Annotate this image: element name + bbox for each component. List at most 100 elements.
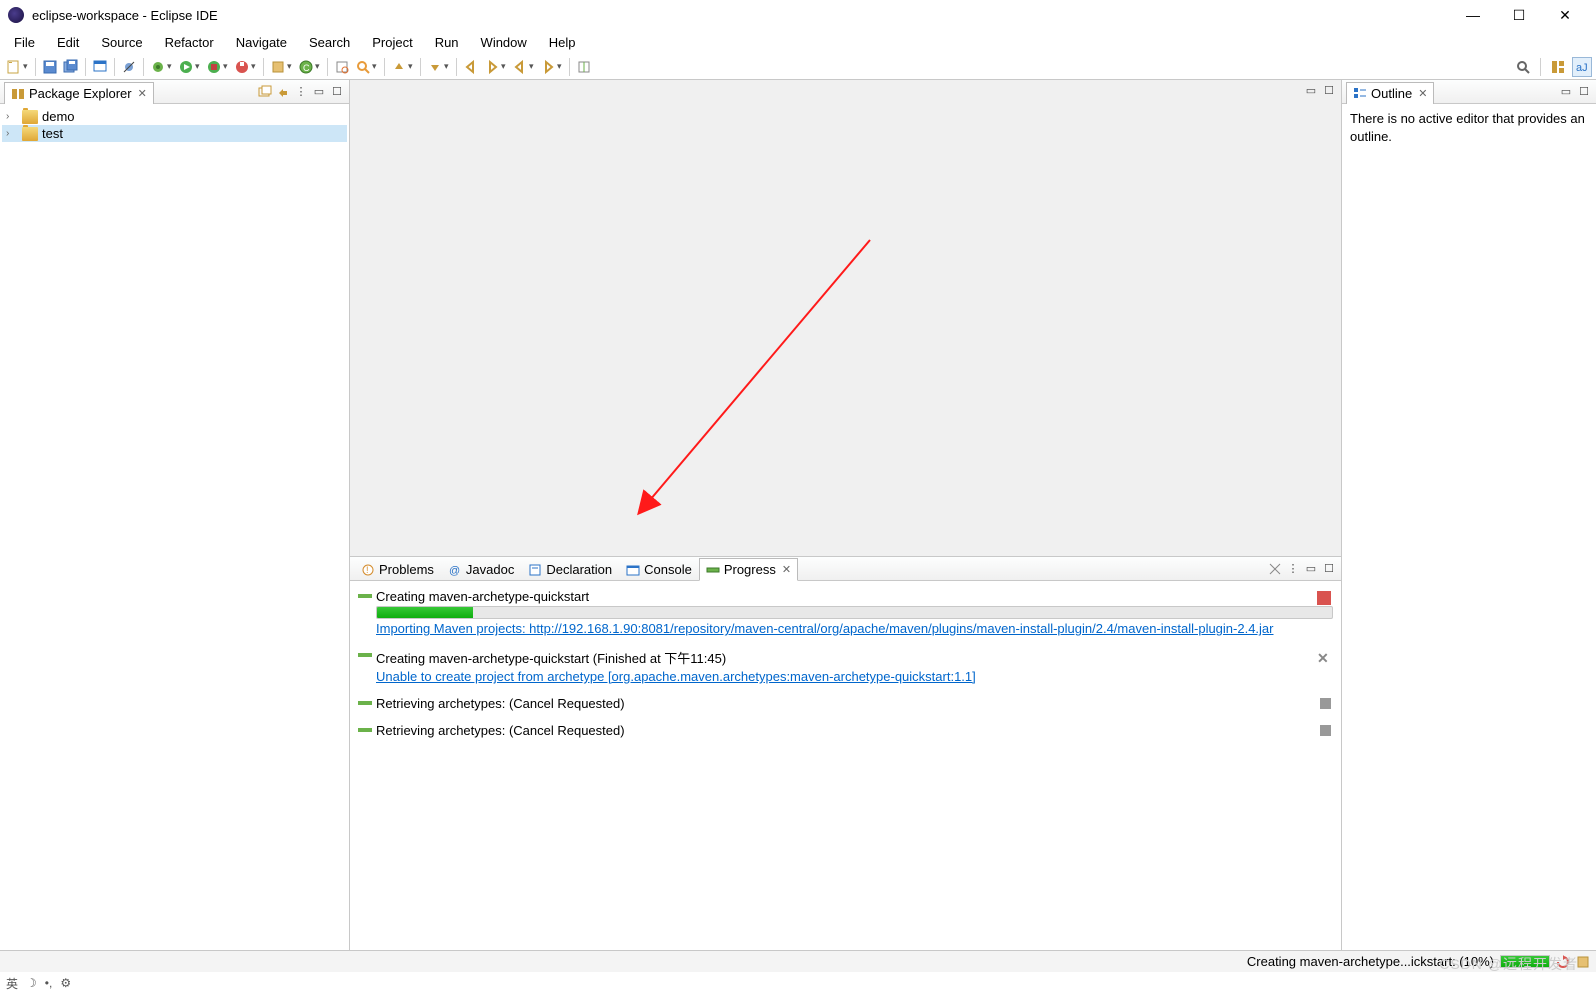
new-dropdown-icon[interactable]: ▾ [23,61,31,72]
dots-icon[interactable]: •, [45,976,53,990]
menu-source[interactable]: Source [91,32,152,53]
ime-indicator[interactable]: 英 [6,975,18,992]
back-icon[interactable] [461,57,481,77]
package-explorer-panel: Package Explorer ✕ ⋮ ▭ ☐ › demo › test [0,80,350,950]
toggle-breadcrumb-icon[interactable] [90,57,110,77]
view-menu-icon[interactable]: ⋮ [293,84,309,100]
stop-progress-icon[interactable] [1317,591,1331,605]
maximize-view-icon[interactable]: ☐ [1576,84,1592,100]
menu-window[interactable]: Window [471,32,537,53]
progress-detail-link[interactable]: Importing Maven projects: http://192.168… [376,621,1333,636]
ext-tools-icon[interactable] [232,57,252,77]
progress-action-icon[interactable] [1320,725,1331,736]
search-dropdown-icon[interactable]: ▾ [372,61,380,72]
next-annotation-dropdown-icon[interactable]: ▾ [444,61,452,72]
quick-access-icon[interactable] [1513,57,1533,77]
outline-title: Outline [1371,86,1412,101]
maximize-view-icon[interactable]: ☐ [1321,561,1337,577]
new-package-icon[interactable] [268,57,288,77]
prev-annotation-icon[interactable] [389,57,409,77]
debug-dropdown-icon[interactable]: ▾ [167,61,175,72]
status-sync-icon[interactable] [1556,955,1570,969]
back-history-dropdown-icon[interactable]: ▾ [529,61,537,72]
forward-dropdown-icon[interactable]: ▾ [501,61,509,72]
menu-project[interactable]: Project [362,32,422,53]
outline-tab[interactable]: Outline ✕ [1346,82,1434,104]
problems-icon: ! [361,563,375,577]
minimize-editor-icon[interactable]: ▭ [1303,82,1319,98]
tab-progress[interactable]: Progress ✕ [699,558,798,581]
menu-navigate[interactable]: Navigate [226,32,297,53]
minimize-view-icon[interactable]: ▭ [1303,561,1319,577]
prev-annotation-dropdown-icon[interactable]: ▾ [408,61,416,72]
close-icon[interactable]: ✕ [1418,87,1427,100]
tree-item-test[interactable]: › test [2,125,347,142]
java-perspective-icon[interactable]: aJ [1572,57,1592,77]
expand-icon[interactable]: › [6,111,18,122]
new-package-dropdown-icon[interactable]: ▾ [287,61,295,72]
collapse-all-icon[interactable] [257,84,273,100]
minimize-view-icon[interactable]: ▭ [311,84,327,100]
run-dropdown-icon[interactable]: ▾ [195,61,203,72]
menu-search[interactable]: Search [299,32,360,53]
next-annotation-icon[interactable] [425,57,445,77]
package-tree[interactable]: › demo › test [0,104,349,146]
save-icon[interactable] [40,57,60,77]
run-icon[interactable] [176,57,196,77]
close-icon[interactable]: ✕ [138,87,147,100]
toolbar: ▾ ▾ ▾ ▾ ▾ ▾ C ▾ ▾ ▾ ▾ ▾ ▾ ▾ aJ [0,54,1596,80]
progress-done-icon [358,650,372,660]
maximize-editor-icon[interactable]: ☐ [1321,82,1337,98]
tab-console[interactable]: Console [619,558,699,581]
progress-detail-link[interactable]: Unable to create project from archetype … [376,669,1333,684]
outline-panel: Outline ✕ ▭ ☐ There is no active editor … [1341,80,1596,950]
minimize-view-icon[interactable]: ▭ [1558,84,1574,100]
coverage-icon[interactable] [204,57,224,77]
expand-icon[interactable]: › [6,128,18,139]
ext-tools-dropdown-icon[interactable]: ▾ [251,61,259,72]
fwd-history-dropdown-icon[interactable]: ▾ [557,61,565,72]
back-history-icon[interactable] [510,57,530,77]
package-explorer-tab[interactable]: Package Explorer ✕ [4,82,154,104]
save-all-icon[interactable] [61,57,81,77]
moon-icon[interactable]: ☽ [26,976,37,990]
menu-run[interactable]: Run [425,32,469,53]
tab-javadoc[interactable]: @ Javadoc [441,558,521,581]
menu-refactor[interactable]: Refactor [155,32,224,53]
remove-progress-icon[interactable]: ✕ [1317,650,1331,664]
svg-text:C: C [303,63,310,73]
open-perspective-icon[interactable] [1548,57,1568,77]
new-class-icon[interactable]: C [296,57,316,77]
window-title: eclipse-workspace - Eclipse IDE [32,8,1450,23]
menu-file[interactable]: File [4,32,45,53]
forward-icon[interactable] [482,57,502,77]
pin-editor-icon[interactable] [574,57,594,77]
link-editor-icon[interactable] [275,84,291,100]
minimize-button[interactable]: — [1450,0,1496,30]
tree-item-demo[interactable]: › demo [2,108,347,125]
debug-icon[interactable] [148,57,168,77]
tab-declaration[interactable]: Declaration [521,558,619,581]
fwd-history-icon[interactable] [538,57,558,77]
gear-icon[interactable]: ⚙ [60,976,71,990]
declaration-icon [528,563,542,577]
progress-panel-body: Creating maven-archetype-quickstart Impo… [350,581,1341,950]
close-window-button[interactable]: ✕ [1542,0,1588,30]
progress-action-icon[interactable] [1320,698,1331,709]
skip-breakpoints-icon[interactable] [119,57,139,77]
new-class-dropdown-icon[interactable]: ▾ [315,61,323,72]
menu-help[interactable]: Help [539,32,586,53]
close-icon[interactable]: ✕ [782,563,791,576]
menu-edit[interactable]: Edit [47,32,89,53]
maximize-button[interactable]: ☐ [1496,0,1542,30]
status-updates-icon[interactable] [1576,955,1590,969]
view-menu-icon[interactable]: ⋮ [1285,561,1301,577]
search-icon[interactable] [353,57,373,77]
javadoc-icon: @ [448,563,462,577]
new-icon[interactable] [4,57,24,77]
tab-problems[interactable]: ! Problems [354,558,441,581]
maximize-view-icon[interactable]: ☐ [329,84,345,100]
remove-finished-icon[interactable] [1267,561,1283,577]
coverage-dropdown-icon[interactable]: ▾ [223,61,231,72]
open-type-icon[interactable] [332,57,352,77]
